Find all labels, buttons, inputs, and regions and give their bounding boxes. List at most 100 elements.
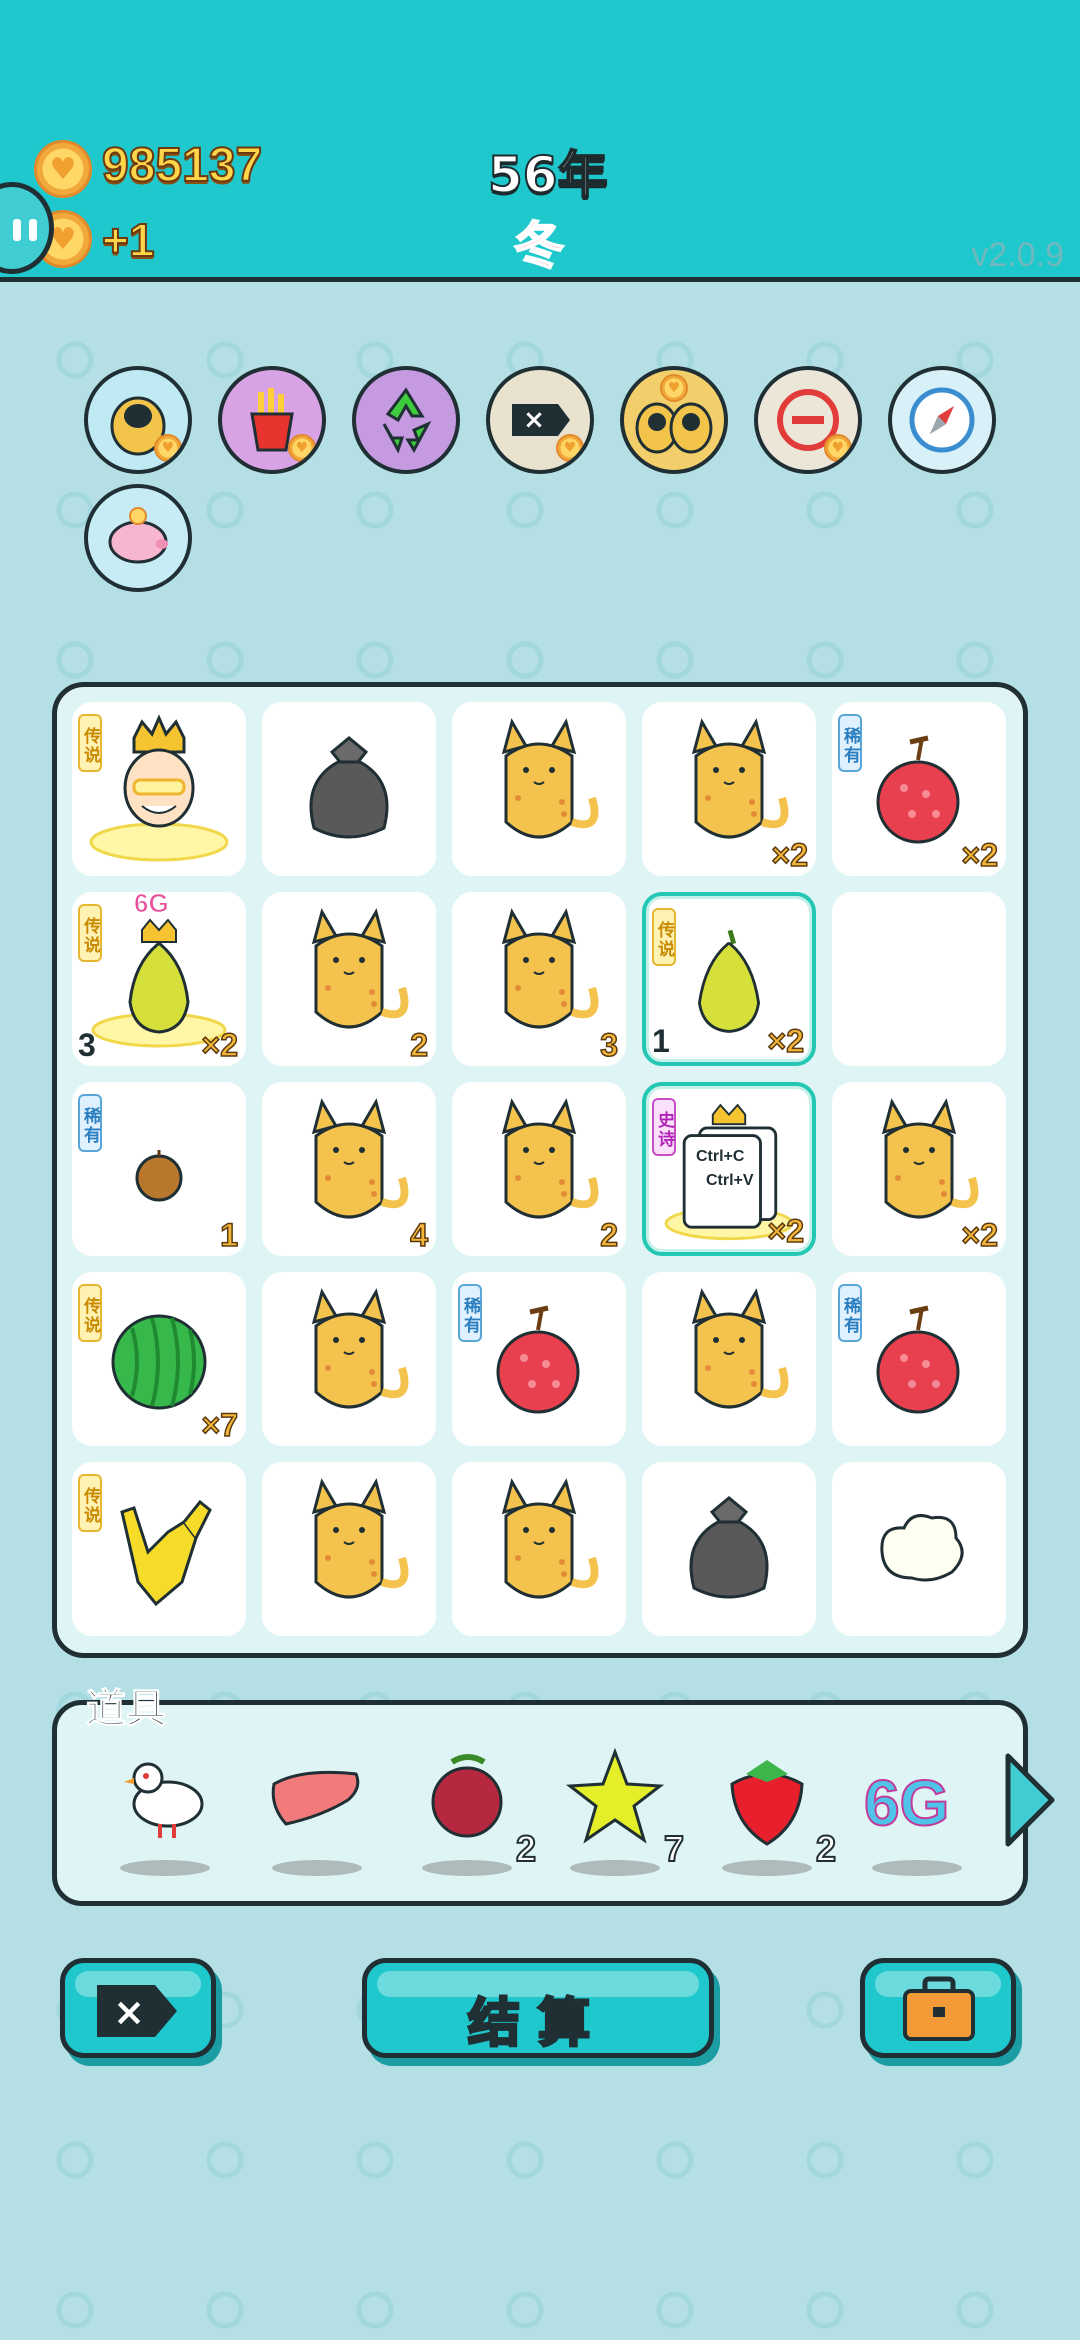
cell-count: ×2 [961,836,999,874]
board-cell-cat[interactable]: ×2 [642,702,816,876]
next-page-arrow-icon[interactable] [1000,1750,1060,1850]
board-cell-cotton[interactable] [832,1462,1006,1636]
liver-icon [271,1770,360,1826]
svg-text:×: × [523,405,545,435]
board-cell-copy-paste[interactable]: 史诗 Ctrl+C Ctrl+V ×2 [642,1082,816,1256]
delete-tag-icon: × [97,1985,177,2037]
tool-liver[interactable] [262,1744,372,1884]
board-cell-cat[interactable] [452,1462,626,1636]
star-icon [565,1747,665,1844]
cell-count: ×7 [201,1406,239,1444]
cat-icon [311,1478,409,1599]
cell-count: 3 [599,1026,618,1064]
rarity-badge: 稀有 [78,1094,102,1152]
rarity-badge: 稀有 [458,1284,482,1342]
board-cell-lychee[interactable]: 稀有 [452,1272,626,1446]
cotton-icon [880,1514,964,1582]
board-cell-cat[interactable]: 3 [452,892,626,1066]
dove-icon [124,1762,204,1838]
card-text-line: Ctrl+V [706,1172,754,1189]
cell-count: ×2 [767,1022,805,1060]
board-cell-nut[interactable]: 稀有 1 [72,1082,246,1256]
tool-star[interactable]: 7 [560,1744,685,1884]
version-label: v2.0.9 [971,236,1064,274]
cat-icon [311,1288,409,1409]
cell-count: 2 [409,1026,428,1064]
rarity-badge: 史诗 [652,1098,676,1156]
board-cell-trash-bag[interactable] [262,702,436,876]
card-text-line: Ctrl+C [696,1148,745,1165]
rarity-badge: 稀有 [838,1284,862,1342]
trash-bag-icon [689,1496,769,1599]
svg-text:×: × [113,1990,145,2034]
cell-level: 3 [78,1027,96,1063]
cell-count: 2 [599,1216,618,1254]
money-counter: 985137 [101,138,263,193]
board-cell-cat[interactable] [262,1462,436,1636]
tool-bayberry-count: 2 [515,1827,537,1870]
ability-piggy-bank[interactable] [84,484,192,592]
tools-title: 道具 [86,1686,167,1733]
ability-compass[interactable] [888,366,996,474]
tool-strawberry-count: 2 [815,1827,837,1870]
board-cell-watermelon[interactable]: 传说 ×7 [72,1272,246,1446]
tool-dove[interactable] [110,1744,220,1884]
board-cell-empty[interactable] [832,892,1006,1066]
ability-minus[interactable]: ♥ [754,366,862,474]
cell-count: ×2 [961,1216,999,1254]
cell-count: 1 [219,1216,238,1254]
cat-icon [501,1478,599,1599]
rarity-badge: 稀有 [838,714,862,772]
board-cell-cat[interactable]: 4 [262,1082,436,1256]
income-rate: +1 [101,213,155,267]
cell-count: ×2 [767,1212,805,1250]
board-cell-pear-6g[interactable]: 传说 6G 3 ×2 [72,888,246,1066]
rarity-badge: 传说 [652,908,676,966]
6g-logo-icon: 6G [863,1766,950,1840]
bayberry-icon [431,1754,503,1838]
board-cell-lychee[interactable]: 稀有 ×2 [832,702,1006,876]
rarity-badge: 传说 [78,1474,102,1532]
delete-button[interactable]: × [60,1958,216,2058]
board-cell-cat[interactable] [452,702,626,876]
ability-recycle[interactable] [352,366,460,474]
piggy-bank-icon [108,507,168,564]
season-label: 冬 [513,216,565,276]
briefcase-icon [903,1976,975,2041]
compass-icon [909,387,975,453]
top-bar: ♥ 985137 ♥ +1 56年 冬 v2.0.9 [0,0,1080,282]
tool-strawberry[interactable]: 2 [712,1744,837,1884]
board-cell-king[interactable]: 传说 [72,702,246,876]
board-cell-cat[interactable]: 2 [262,892,436,1066]
trash-bag-icon [309,736,389,839]
board-cell-lychee[interactable]: 稀有 [832,1272,1006,1446]
tool-bayberry[interactable]: 2 [412,1744,537,1884]
strawberry-icon [730,1760,804,1846]
cell-count: ×2 [771,836,809,874]
settle-button[interactable]: 结算 [362,1958,714,2058]
tool-6g[interactable]: 6G [862,1744,972,1884]
ability-cat-hole[interactable]: ♥ [84,366,192,474]
cell-count: 4 [409,1216,428,1254]
rarity-badge: 传说 [78,904,102,962]
board-cell-cat[interactable] [262,1272,436,1446]
inventory-button[interactable] [860,1958,1016,2058]
board-cell-rock-hand[interactable]: 传说 [72,1462,246,1636]
ability-fries[interactable]: ♥ [218,366,326,474]
board-cell-cat[interactable]: 2 [452,1082,626,1256]
rarity-badge: 传说 [78,1284,102,1342]
rarity-badge: 传说 [78,714,102,772]
cell-count: ×2 [201,1026,239,1064]
crown-label: 6G [134,888,170,919]
board-cell-cat[interactable] [642,1272,816,1446]
cat-icon [501,718,599,839]
coin-icon: ♥ [34,140,92,198]
board-cell-pear[interactable]: 传说 1 ×2 [642,892,816,1066]
ability-remove[interactable]: × ♥ [486,366,594,474]
year-label: 56年 [487,145,609,205]
tool-star-count: 7 [663,1827,685,1870]
ability-double-cat[interactable]: ♥ [620,366,728,474]
cell-level: 1 [652,1023,670,1059]
board-cell-cat[interactable]: ×2 [832,1082,1006,1256]
board-cell-trash-bag[interactable] [642,1462,816,1636]
